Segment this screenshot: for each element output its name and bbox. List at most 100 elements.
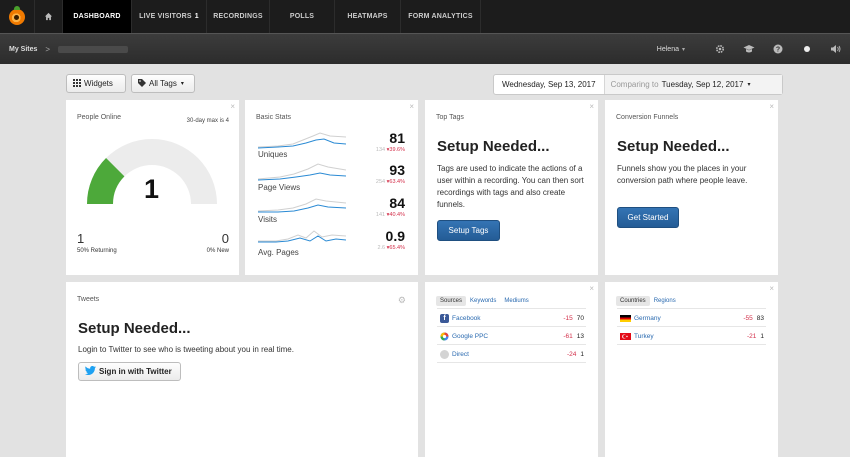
setup-heading: Setup Needed... bbox=[78, 320, 191, 337]
basic-stats-widget: × Basic Stats Uniques 81 134 ▾39.6% Page… bbox=[245, 100, 418, 275]
source-change: -61 bbox=[563, 332, 573, 340]
tab-label: HEATMAPS bbox=[347, 13, 388, 20]
tab-heatmaps[interactable]: HEATMAPS bbox=[334, 0, 400, 33]
stat-label: Avg. Pages bbox=[258, 248, 299, 257]
tab-countries[interactable]: Countries bbox=[616, 296, 650, 306]
twitter-signin-button[interactable]: Sign in with Twitter bbox=[78, 362, 181, 381]
widget-title: Tweets bbox=[77, 296, 100, 303]
turkey-flag-icon bbox=[620, 332, 631, 340]
sources-tabs: Sources Keywords Mediums bbox=[436, 296, 533, 306]
svg-text:?: ? bbox=[775, 47, 779, 54]
close-icon[interactable]: × bbox=[409, 102, 414, 111]
country-name: Turkey bbox=[634, 332, 654, 340]
stat-previous: 134 bbox=[375, 147, 386, 153]
source-name: Google PPC bbox=[452, 332, 489, 340]
stat-change: 40.4% bbox=[389, 212, 405, 218]
germany-flag-icon bbox=[620, 314, 631, 322]
divider bbox=[437, 308, 586, 309]
caret-down-icon: ▾ bbox=[747, 82, 751, 88]
site-name-redacted[interactable] bbox=[58, 45, 129, 53]
new-count: 0 bbox=[221, 231, 229, 246]
online-count: 1 bbox=[144, 174, 160, 204]
twitter-icon bbox=[85, 366, 96, 377]
graduation-cap-icon[interactable] bbox=[734, 34, 763, 64]
tab-mediums[interactable]: Mediums bbox=[500, 296, 532, 306]
widgets-label: Widgets bbox=[84, 79, 113, 88]
source-count: 13 bbox=[576, 332, 584, 340]
setup-text: Tags are used to indicate the actions of… bbox=[437, 164, 584, 209]
widgets-button[interactable]: Widgets bbox=[66, 74, 126, 93]
question-icon[interactable]: ? bbox=[763, 34, 792, 64]
close-icon[interactable]: × bbox=[589, 102, 594, 111]
app-logo-icon bbox=[9, 5, 25, 25]
stat-previous: 141 bbox=[375, 212, 386, 218]
comparison-date-dropdown[interactable]: Comparing to Tuesday, Sep 12, 2017 ▾ bbox=[604, 75, 782, 94]
caret-down-icon: ▾ bbox=[180, 81, 184, 87]
get-started-button[interactable]: Get Started bbox=[617, 207, 679, 228]
list-item[interactable]: Germany -55 83 bbox=[620, 312, 764, 324]
list-item[interactable]: Direct -24 1 bbox=[440, 348, 584, 360]
logo[interactable] bbox=[0, 0, 34, 33]
facebook-icon: f bbox=[440, 313, 449, 323]
site-bar: My Sites > Helena ▾ ? bbox=[0, 33, 850, 64]
stat-delta: 134 ▾39.6% bbox=[376, 147, 405, 153]
tab-sources[interactable]: Sources bbox=[436, 296, 467, 306]
close-icon[interactable]: × bbox=[769, 284, 774, 293]
setup-tags-button[interactable]: Setup Tags bbox=[437, 220, 500, 241]
tab-recordings[interactable]: RECORDINGS bbox=[206, 0, 269, 33]
stat-delta: 254 ▾63.4% bbox=[376, 179, 405, 185]
setup-heading: Setup Needed... bbox=[437, 138, 550, 155]
tab-label: LIVE VISITORS bbox=[139, 13, 192, 20]
gear-icon[interactable]: ⚙ bbox=[398, 295, 406, 306]
close-icon[interactable]: × bbox=[230, 102, 235, 111]
home-button[interactable] bbox=[34, 0, 62, 33]
stat-label: Page Views bbox=[258, 183, 301, 192]
list-item[interactable]: f Facebook -15 70 bbox=[440, 312, 584, 324]
widget-title: People Online bbox=[77, 114, 121, 121]
source-change: -24 bbox=[566, 350, 577, 358]
tab-regions[interactable]: Regions bbox=[650, 296, 680, 306]
my-sites-link[interactable]: My Sites bbox=[9, 46, 37, 53]
tab-label: RECORDINGS bbox=[213, 13, 263, 20]
source-change: -15 bbox=[563, 314, 573, 322]
close-icon[interactable]: × bbox=[769, 102, 774, 111]
tab-dashboard[interactable]: DASHBOARD bbox=[62, 0, 131, 33]
speaker-icon[interactable] bbox=[821, 34, 850, 64]
tab-label: POLLS bbox=[289, 13, 315, 20]
tab-keywords[interactable]: Keywords bbox=[466, 296, 500, 306]
current-date[interactable]: Wednesday, Sep 13, 2017 bbox=[494, 75, 605, 94]
tab-form-analytics[interactable]: FORM ANALYTICS bbox=[400, 0, 481, 33]
twitter-signin-label: Sign in with Twitter bbox=[99, 367, 172, 376]
widget-title: Top Tags bbox=[436, 114, 464, 121]
user-menu[interactable]: Helena ▾ bbox=[657, 46, 685, 53]
avg-pages-sparkline bbox=[258, 230, 346, 243]
gear-icon[interactable] bbox=[705, 34, 734, 64]
max-note: 30-day max is 4 bbox=[186, 118, 229, 124]
tab-polls[interactable]: POLLS bbox=[269, 0, 334, 33]
direct-icon bbox=[440, 349, 449, 359]
stat-value: 93 bbox=[389, 162, 405, 178]
returning-label: 50% Returning bbox=[77, 248, 117, 254]
comparing-label: Comparing to bbox=[610, 80, 659, 89]
tag-icon bbox=[138, 78, 146, 89]
list-item[interactable]: Google PPC -61 13 bbox=[440, 330, 584, 342]
returning-count: 1 bbox=[77, 231, 85, 246]
uniques-sparkline bbox=[258, 132, 346, 149]
country-change: -21 bbox=[746, 332, 757, 340]
tab-live-visitors[interactable]: LIVE VISITORS 1 bbox=[131, 0, 206, 33]
close-icon[interactable]: × bbox=[589, 284, 594, 293]
stat-previous: 254 bbox=[375, 179, 386, 185]
dot-icon[interactable] bbox=[792, 34, 821, 64]
stat-change: 63.4% bbox=[389, 179, 405, 185]
country-name: Germany bbox=[634, 314, 661, 322]
country-count: 83 bbox=[756, 314, 764, 322]
list-item[interactable]: Turkey -21 1 bbox=[620, 330, 764, 342]
visits-sparkline bbox=[258, 198, 346, 213]
google-icon bbox=[440, 331, 449, 341]
divider bbox=[617, 308, 766, 309]
divider bbox=[437, 344, 586, 345]
chevron-right-icon: > bbox=[45, 44, 51, 54]
comparing-date: Tuesday, Sep 12, 2017 bbox=[661, 80, 744, 89]
date-range-picker[interactable]: Wednesday, Sep 13, 2017 Comparing to Tue… bbox=[493, 74, 783, 95]
tags-filter-button[interactable]: All Tags ▾ bbox=[131, 74, 195, 93]
